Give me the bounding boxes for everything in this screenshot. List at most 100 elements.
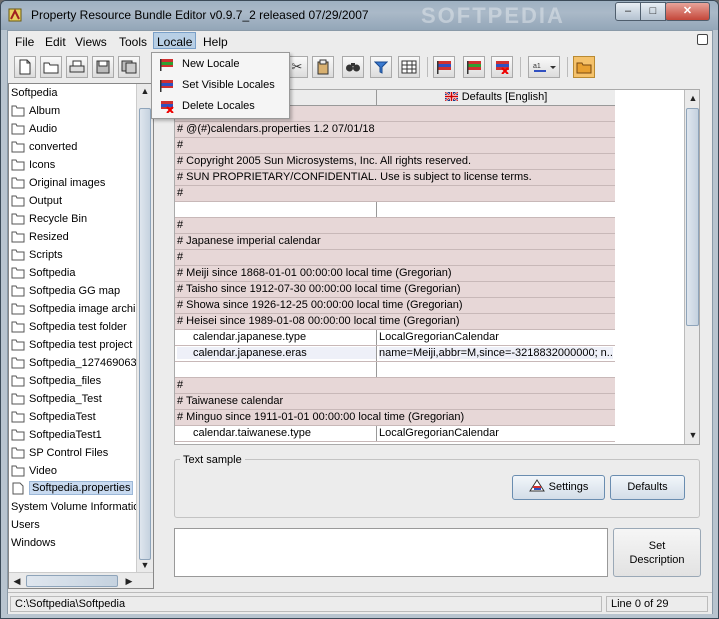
find-icon[interactable] xyxy=(342,56,364,78)
menu-item-new-locale[interactable]: New Locale xyxy=(153,55,288,75)
save-icon[interactable] xyxy=(92,56,114,78)
menu-views[interactable]: Views xyxy=(72,34,110,51)
table-row[interactable]: # xyxy=(175,186,615,202)
maximize-button[interactable]: □ xyxy=(640,2,666,21)
table-row[interactable]: # Showa since 1926-12-25 00:00:00 local … xyxy=(175,298,615,314)
table-row[interactable]: # xyxy=(175,138,615,154)
print-icon[interactable] xyxy=(66,56,88,78)
restore-icon[interactable] xyxy=(697,34,708,45)
folder-icon xyxy=(11,411,25,423)
table-row[interactable] xyxy=(175,362,615,378)
property-value[interactable]: LocalGregorianCalendar xyxy=(379,331,613,343)
tree-item-label: System Volume Informatio xyxy=(11,501,140,513)
scroll-up-arrow[interactable]: ▲ xyxy=(138,84,152,98)
property-key[interactable]: calendar.taiwanese.type xyxy=(177,427,377,439)
table-row[interactable]: # xyxy=(175,378,615,394)
paste-icon[interactable] xyxy=(312,56,334,78)
menu-help[interactable]: Help xyxy=(200,34,231,51)
tree-hscroll-thumb[interactable] xyxy=(26,575,118,587)
locale-flag-add-icon[interactable] xyxy=(463,56,485,78)
minimize-button[interactable]: – xyxy=(615,2,641,21)
tree-horizontal-scrollbar[interactable]: ◀ ▶ xyxy=(9,572,153,588)
column-divider xyxy=(376,362,377,377)
tree-scroll-thumb[interactable] xyxy=(139,108,151,560)
menu-tools[interactable]: Tools xyxy=(116,34,150,51)
menu-item-label: Delete Locales xyxy=(182,100,255,112)
locale-flag-icon[interactable] xyxy=(433,56,455,78)
folder-icon xyxy=(11,249,25,261)
table-row[interactable]: # Meiji since 1868-01-01 00:00:00 local … xyxy=(175,266,615,282)
set-description-button[interactable]: Set Description xyxy=(613,528,701,577)
table-row[interactable]: # xyxy=(175,250,615,266)
table-row[interactable]: # Heisei since 1989-01-08 00:00:00 local… xyxy=(175,314,615,330)
status-bar: C:\Softpedia\Softpedia Line 0 of 29 xyxy=(8,592,712,614)
table-row[interactable]: # Minguo since 1911-01-01 00:00:00 local… xyxy=(175,410,615,426)
toolbar-separator xyxy=(427,57,428,77)
comment-text: # Meiji since 1868-01-01 00:00:00 local … xyxy=(177,267,452,279)
scroll-right-arrow[interactable]: ▶ xyxy=(122,574,136,588)
window-title: Property Resource Bundle Editor v0.9.7_2… xyxy=(31,8,369,22)
set-description-line2: Description xyxy=(629,554,685,566)
status-path: C:\Softpedia\Softpedia xyxy=(10,596,602,612)
open-icon[interactable] xyxy=(40,56,62,78)
property-key[interactable]: calendar.japanese.eras xyxy=(177,347,377,359)
property-value[interactable]: name=Meiji,abbr=M,since=-3218832000000; … xyxy=(379,347,613,359)
save-all-icon[interactable] xyxy=(118,56,140,78)
table-row[interactable]: # Taiwanese calendar xyxy=(175,394,615,410)
table-row[interactable]: # xyxy=(175,218,615,234)
defaults-button[interactable]: Defaults xyxy=(610,475,685,500)
comment-text: # SUN PROPRIETARY/CONFIDENTIAL. Use is s… xyxy=(177,171,532,183)
menu-edit[interactable]: Edit xyxy=(42,34,69,51)
table-row[interactable]: calendar.japanese.eras name=Meiji,abbr=M,… xyxy=(175,346,615,362)
table-row[interactable]: # Copyright 2005 Sun Microsystems, Inc. … xyxy=(175,154,615,170)
folder-icon xyxy=(11,267,25,279)
menu-file[interactable]: File xyxy=(12,34,37,51)
table-row[interactable]: # Taisho since 1912-07-30 00:00:00 local… xyxy=(175,282,615,298)
tree-item-label: Softpedia xyxy=(29,267,76,279)
settings-button[interactable]: Settings xyxy=(512,475,605,500)
tree-item-label: Scripts xyxy=(29,249,63,261)
locale-column-header[interactable]: Defaults [English] xyxy=(377,90,615,106)
table-row[interactable] xyxy=(175,202,615,218)
sort-icon[interactable]: a1 xyxy=(528,56,560,78)
watermark: SOFTPEDIA xyxy=(421,3,565,28)
menu-item-label: Set Visible Locales xyxy=(182,79,275,91)
title-bar[interactable]: Property Resource Bundle Editor v0.9.7_2… xyxy=(1,1,718,30)
menu-item-delete-locales[interactable]: Delete Locales xyxy=(153,97,288,117)
table-icon[interactable] xyxy=(398,56,420,78)
scroll-down-arrow[interactable]: ▼ xyxy=(686,428,699,442)
scroll-up-arrow[interactable]: ▲ xyxy=(686,91,699,105)
scroll-left-arrow[interactable]: ◀ xyxy=(10,574,24,588)
column-divider xyxy=(376,202,377,217)
tree-item-label: Resized xyxy=(29,231,69,243)
scroll-down-arrow[interactable]: ▼ xyxy=(138,558,152,572)
folder-icon xyxy=(11,339,25,351)
description-textarea[interactable] xyxy=(174,528,608,577)
folder-icon xyxy=(11,357,25,369)
table-row[interactable]: # Japanese imperial calendar xyxy=(175,234,615,250)
folder-icon[interactable] xyxy=(573,56,595,78)
new-file-icon[interactable] xyxy=(14,56,36,78)
tree-item-label: Icons xyxy=(29,159,56,171)
menu-item-set-visible-locales[interactable]: Set Visible Locales xyxy=(153,76,288,96)
file-tree[interactable]: Softpedia Album Audio converted Icons Origina… xyxy=(8,83,154,589)
property-key[interactable]: calendar.japanese.type xyxy=(177,331,377,343)
table-row[interactable]: # SUN PROPRIETARY/CONFIDENTIAL. Use is s… xyxy=(175,170,615,186)
column-divider xyxy=(376,346,377,361)
menu-locale[interactable]: Locale xyxy=(153,32,197,49)
close-button[interactable]: ✕ xyxy=(665,2,710,21)
table-row[interactable]: # @(#)calendars.properties 1.2 07/01/18 xyxy=(175,122,615,138)
settings-icon xyxy=(528,479,545,492)
table-scroll-thumb[interactable] xyxy=(686,108,699,326)
filter-icon[interactable] xyxy=(370,56,392,78)
uk-flag-icon xyxy=(444,91,459,102)
table-vertical-scrollbar[interactable]: ▲ ▼ xyxy=(684,90,699,444)
locale-flag-delete-icon[interactable] xyxy=(491,56,513,78)
property-value[interactable]: LocalGregorianCalendar xyxy=(379,427,613,439)
table-row[interactable]: calendar.japanese.type LocalGregorianCale… xyxy=(175,330,615,346)
properties-table[interactable]: Defaults [English] # @(#)calendars.prope… xyxy=(174,89,700,445)
table-row[interactable]: calendar.taiwanese.type LocalGregorianCal… xyxy=(175,426,615,442)
tree-vertical-scrollbar[interactable]: ▲ ▼ xyxy=(136,84,153,572)
folder-icon xyxy=(11,141,25,153)
delete-locale-icon xyxy=(161,101,174,113)
